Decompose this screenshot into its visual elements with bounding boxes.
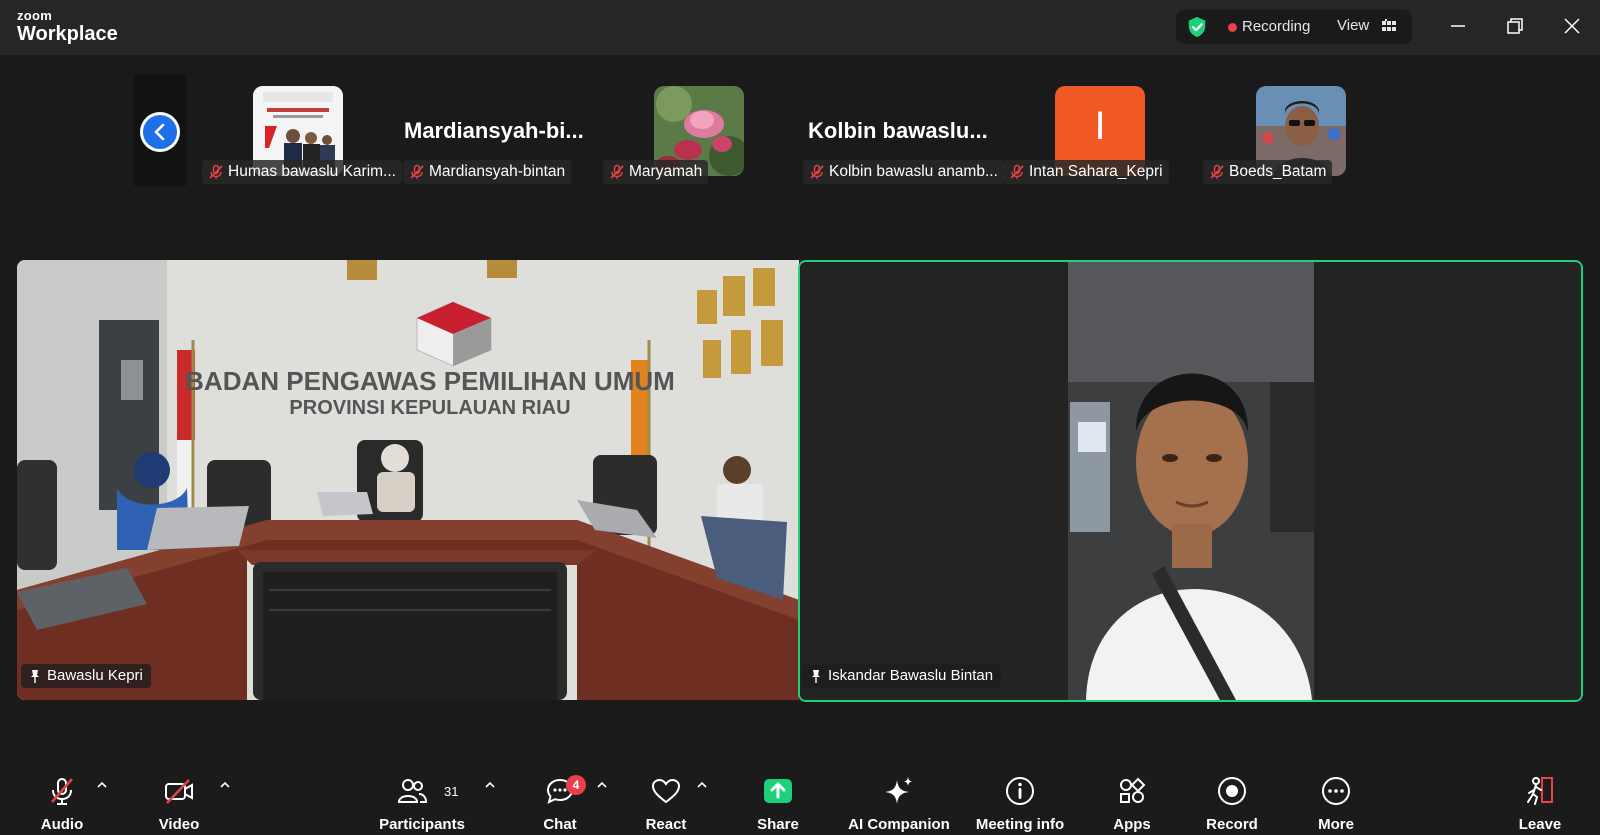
video-label: Video xyxy=(158,816,200,833)
pin-icon xyxy=(812,670,820,683)
meeting-info-button[interactable]: Meeting info xyxy=(970,767,1070,835)
react-button[interactable]: React xyxy=(636,767,696,835)
participants-label: Participants xyxy=(379,816,465,833)
audio-options-chevron-up-icon[interactable] xyxy=(96,779,108,791)
participant-display-name[interactable]: Kolbin bawaslu... xyxy=(808,118,988,144)
chat-options-chevron-up-icon[interactable] xyxy=(596,779,608,791)
strip-prev-button[interactable] xyxy=(140,112,180,152)
react-label: React xyxy=(645,816,687,833)
brand-big: Workplace xyxy=(17,23,118,45)
participant-name: Mardiansyah-bintan xyxy=(429,163,566,180)
leave-button[interactable]: Leave xyxy=(1508,767,1572,835)
recording-dot-icon xyxy=(1228,23,1237,32)
participant-tag: Boeds_Batam xyxy=(1203,160,1333,184)
restore-icon[interactable] xyxy=(1503,14,1527,38)
react-options-chevron-up-icon[interactable] xyxy=(696,779,708,791)
participant-tag: Humas bawaslu Karim... xyxy=(202,160,402,184)
participant-name: Maryamah xyxy=(629,163,703,180)
security-shield-icon[interactable] xyxy=(1186,16,1208,38)
sparkle-icon xyxy=(885,777,912,804)
apps-button[interactable]: Apps xyxy=(1100,767,1164,835)
share-button[interactable]: Share xyxy=(748,767,808,835)
participant-initial: I xyxy=(1094,104,1106,148)
conference-room-video: BADAN PENGAWAS PEMILIHAN UMUM PROVINSI K… xyxy=(17,260,799,700)
participant-name: Intan Sahara_Kepri xyxy=(1029,163,1163,180)
leave-icon xyxy=(1527,777,1553,805)
audio-button[interactable]: Audio xyxy=(26,767,98,835)
meeting-info-label: Meeting info xyxy=(975,816,1065,833)
chat-unread-badge: 4 xyxy=(566,775,586,795)
mic-muted-icon xyxy=(610,164,624,179)
video-options-chevron-up-icon[interactable] xyxy=(219,779,231,791)
mic-muted-icon xyxy=(1010,164,1024,179)
participants-icon xyxy=(397,779,428,803)
video-button[interactable]: Video xyxy=(143,767,215,835)
mic-muted-icon xyxy=(51,778,73,805)
more-button[interactable]: More xyxy=(1304,767,1368,835)
participant-display-name[interactable]: Mardiansyah-bi... xyxy=(404,118,584,144)
info-icon xyxy=(1006,777,1034,805)
tile-name-tag: Bawaslu Kepri xyxy=(21,664,151,688)
tile-name: Bawaslu Kepri xyxy=(47,667,143,684)
participant-tag: Intan Sahara_Kepri xyxy=(1003,160,1169,184)
participant-name: Boeds_Batam xyxy=(1229,163,1327,180)
record-icon xyxy=(1218,777,1246,805)
tile-name-tag: Iskandar Bawaslu Bintan xyxy=(802,664,1002,688)
record-label: Record xyxy=(1206,816,1258,833)
close-icon[interactable] xyxy=(1560,14,1584,38)
title-bar: zoom Workplace Recording View xyxy=(0,0,1600,55)
participant-name: Kolbin bawaslu anamb... xyxy=(829,163,998,180)
video-tile-bawaslu-kepri[interactable]: BADAN PENGAWAS PEMILIHAN UMUM PROVINSI K… xyxy=(17,260,799,700)
video-tile-iskandar[interactable]: Iskandar Bawaslu Bintan xyxy=(798,260,1583,702)
video-off-icon xyxy=(165,779,193,804)
record-button[interactable]: Record xyxy=(1196,767,1268,835)
active-speaker-video xyxy=(800,262,1581,700)
participants-button[interactable]: Participants xyxy=(372,767,472,835)
share-screen-icon xyxy=(764,779,792,803)
wall-text-line2: PROVINSI KEPULAUAN RIAU xyxy=(289,397,570,419)
chat-label: Chat xyxy=(543,816,577,833)
ai-companion-button[interactable]: AI Companion xyxy=(846,767,952,835)
recording-label[interactable]: Recording xyxy=(1242,18,1310,35)
pin-icon xyxy=(31,670,39,683)
participants-count: 31 xyxy=(444,784,459,799)
participant-tag: Kolbin bawaslu anamb... xyxy=(803,160,1004,184)
participant-tag: Maryamah xyxy=(603,160,709,184)
apps-label: Apps xyxy=(1113,816,1151,833)
recording-pill: Recording View xyxy=(1176,10,1412,44)
ai-companion-label: AI Companion xyxy=(848,816,950,833)
apps-icon xyxy=(1120,777,1146,803)
wall-text-line1: BADAN PENGAWAS PEMILIHAN UMUM xyxy=(185,366,675,396)
view-button[interactable]: View xyxy=(1337,17,1369,34)
gallery-view-icon[interactable] xyxy=(1382,19,1396,33)
more-label: More xyxy=(1318,816,1354,833)
participants-options-chevron-up-icon[interactable] xyxy=(484,779,496,791)
more-icon xyxy=(1322,777,1350,805)
leave-label: Leave xyxy=(1518,816,1562,833)
heart-icon xyxy=(651,778,681,804)
mic-muted-icon xyxy=(1210,164,1224,179)
mic-muted-icon xyxy=(209,164,223,179)
audio-label: Audio xyxy=(40,816,84,833)
participant-name: Humas bawaslu Karim... xyxy=(228,163,396,180)
mic-muted-icon xyxy=(410,164,424,179)
chevron-left-icon xyxy=(154,123,165,141)
minimize-icon[interactable] xyxy=(1446,14,1470,38)
mic-muted-icon xyxy=(810,164,824,179)
tile-name: Iskandar Bawaslu Bintan xyxy=(828,667,994,684)
share-label: Share xyxy=(757,816,799,833)
app-logo: zoom Workplace xyxy=(17,9,118,44)
meeting-toolbar: Audio Video Participants 31 Chat 4 React… xyxy=(0,767,1600,835)
brand-small: zoom xyxy=(17,8,53,23)
participant-tag: Mardiansyah-bintan xyxy=(403,160,572,184)
